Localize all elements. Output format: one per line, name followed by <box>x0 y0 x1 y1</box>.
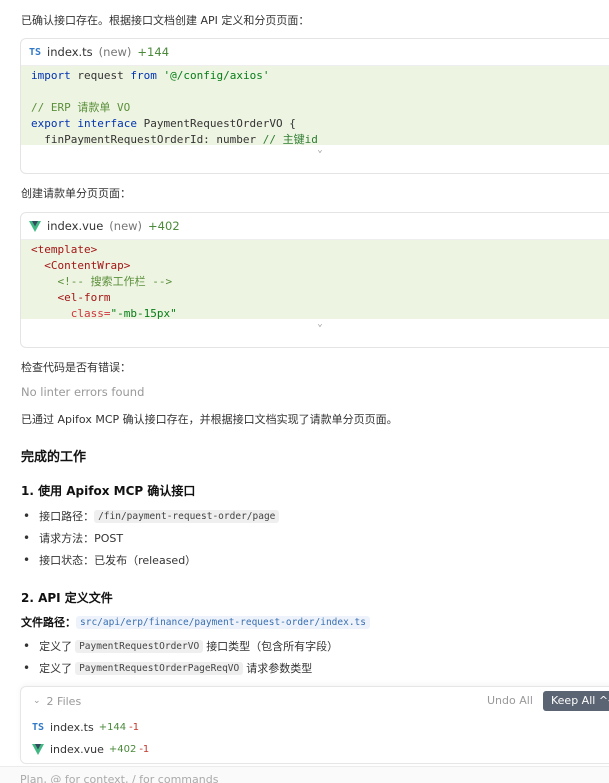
code-line: <template> <box>31 243 98 256</box>
list-item: 请求方法：POST <box>23 530 123 546</box>
list-item: 定义了 PaymentRequestOrderVO 接口类型（包含所有字段） <box>23 638 338 654</box>
code-card-index-vue[interactable]: index.vue (new) +402 <template> <Content… <box>20 212 609 348</box>
type-code: PaymentRequestOrderPageReqVO <box>75 661 244 675</box>
section1-heading: 1. 使用 Apifox MCP 确认接口 <box>21 484 196 498</box>
undo-all-button[interactable]: Undo All <box>487 694 533 707</box>
new-tag: (new) <box>98 45 132 59</box>
changed-files-panel: ⌄ 2 Files Undo All Keep All ^⏎ TS index.… <box>20 686 609 764</box>
file-path-line: 文件路径： src/api/erp/finance/payment-reques… <box>21 614 370 630</box>
typescript-icon: TS <box>32 722 45 733</box>
file-name: index.vue <box>50 743 104 756</box>
vue-icon <box>32 744 44 755</box>
list-item: 接口路径： /fin/payment-request-order/page <box>23 508 280 524</box>
path-label: 接口路径： <box>39 510 95 523</box>
keep-all-button[interactable]: Keep All ^⏎ <box>543 691 609 711</box>
new-tag: (new) <box>109 219 143 233</box>
type-code: PaymentRequestOrderVO <box>75 639 204 653</box>
expand-chevron-icon[interactable]: ⌄ <box>21 319 609 329</box>
summary-text: 已通过 Apifox MCP 确认接口存在，并根据接口文档实现了请款单分页页面。 <box>21 413 398 426</box>
file-name: index.ts <box>47 45 93 59</box>
code-line: <ContentWrap> <box>31 259 131 272</box>
item-prefix: 定义了 <box>39 662 73 675</box>
item-suffix: 请求参数类型 <box>246 662 313 675</box>
code-line: export interface PaymentRequestOrderVO { <box>31 117 296 130</box>
code-card-index-ts[interactable]: TS index.ts (new) +144 import request fr… <box>20 38 609 174</box>
expand-chevron-icon[interactable]: ⌄ <box>21 145 609 155</box>
code-preview: import request from '@/config/axios' // … <box>21 66 609 155</box>
item-suffix: 接口类型（包含所有字段） <box>206 640 339 653</box>
file-name: index.ts <box>50 721 94 734</box>
deletions-count: -1 <box>129 722 140 733</box>
card-header-index-vue[interactable]: index.vue (new) +402 <box>21 213 609 240</box>
lint-title: 检查代码是否有错误： <box>21 361 131 374</box>
code-preview: <template> <ContentWrap> <!-- 搜索工作栏 --> … <box>21 240 609 329</box>
additions-count: +402 <box>108 744 137 755</box>
file-path-link[interactable]: src/api/erp/finance/payment-request-orde… <box>76 615 370 629</box>
files-count: 2 Files <box>46 694 82 708</box>
file-row-index-vue[interactable]: index.vue +402 -1 <box>32 743 149 756</box>
additions-count: +402 <box>148 219 180 233</box>
chat-input[interactable]: Plan, @ for context, / for commands <box>0 766 609 783</box>
code-line: import request from '@/config/axios' <box>31 69 270 82</box>
api-path-code: /fin/payment-request-order/page <box>94 509 280 523</box>
file-row-index-ts[interactable]: TS index.ts +144 -1 <box>32 721 139 734</box>
files-panel-header[interactable]: ⌄ 2 Files Undo All Keep All ^⏎ <box>21 687 609 715</box>
code-line: <el-form <box>31 291 111 304</box>
file-name: index.vue <box>47 219 104 233</box>
section2-heading: 2. API 定义文件 <box>21 591 113 605</box>
intro-text-2: 创建请款单分页页面： <box>21 187 131 200</box>
intro-text-1: 已确认接口存在。根据接口文档创建 API 定义和分页页面： <box>21 14 310 27</box>
item-prefix: 定义了 <box>39 640 73 653</box>
additions-count: +144 <box>98 722 127 733</box>
file-path-label: 文件路径： <box>21 616 76 629</box>
done-heading: 完成的工作 <box>21 450 87 465</box>
vue-icon <box>29 220 41 232</box>
lint-result: No linter errors found <box>21 385 145 399</box>
deletions-count: -1 <box>139 744 150 755</box>
typescript-icon: TS <box>29 46 42 58</box>
code-line: <!-- 搜索工作栏 --> <box>31 275 173 288</box>
code-line: // ERP 请款单 VO <box>31 101 131 114</box>
list-item: 接口状态：已发布（released） <box>23 552 196 568</box>
card-header-index-ts[interactable]: TS index.ts (new) +144 <box>21 39 609 66</box>
additions-count: +144 <box>137 45 170 59</box>
list-item: 定义了 PaymentRequestOrderPageReqVO 请求参数类型 <box>23 660 312 676</box>
chat-input-placeholder: Plan, @ for context, / for commands <box>20 773 219 783</box>
chevron-down-icon[interactable]: ⌄ <box>33 696 41 706</box>
